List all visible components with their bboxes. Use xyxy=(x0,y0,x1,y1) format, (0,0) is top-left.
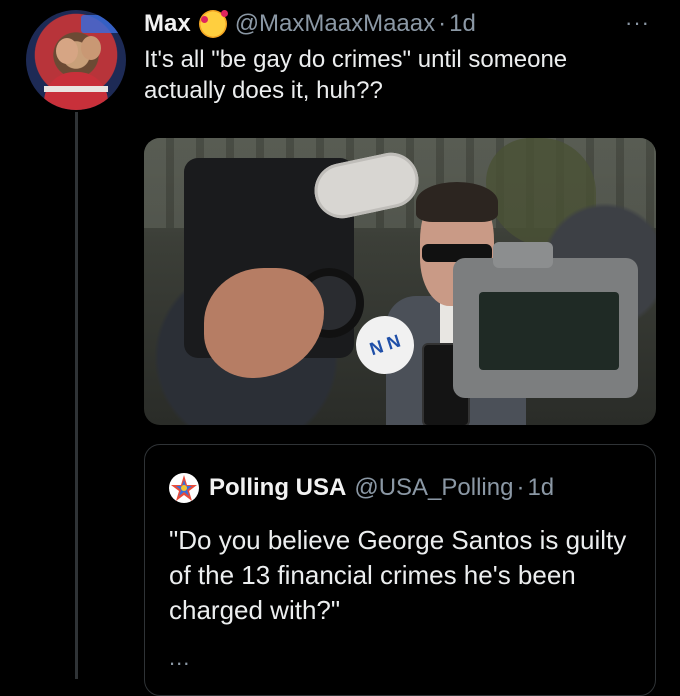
tweet-timestamp[interactable]: 1d xyxy=(449,10,476,38)
separator-dot: · xyxy=(516,474,525,501)
more-options-icon[interactable]: ··· xyxy=(625,10,650,36)
polling-usa-logo-icon xyxy=(169,473,199,503)
separator-dot: · xyxy=(438,10,447,37)
photo-camera xyxy=(453,242,638,398)
truncation-ellipsis: ... xyxy=(169,645,191,670)
tweet-photo[interactable]: N N xyxy=(144,138,656,425)
author-name[interactable]: Max xyxy=(144,10,191,38)
author-avatar[interactable] xyxy=(26,10,126,110)
tweet-text: It's all "be gay do crimes" until someon… xyxy=(144,46,568,104)
author-handle[interactable]: @MaxMaaxMaaax xyxy=(235,10,435,38)
smiling-face-with-hearts-icon xyxy=(198,10,228,38)
thread-connector-line xyxy=(75,112,78,679)
tweet-header: Max @MaxMaaxMaaax · 1d xyxy=(144,7,660,41)
quoted-tweet-card[interactable]: Polling USA @USA_Polling · 1d "Do you be… xyxy=(144,444,656,696)
quoted-tweet-header: Polling USA @USA_Polling · 1d xyxy=(169,473,554,503)
quoted-author-handle[interactable]: @USA_Polling xyxy=(354,474,513,502)
quoted-timestamp[interactable]: 1d xyxy=(527,474,554,502)
quoted-tweet-text: "Do you believe George Santos is guilty … xyxy=(169,525,627,625)
quoted-author-name[interactable]: Polling USA xyxy=(209,474,346,502)
